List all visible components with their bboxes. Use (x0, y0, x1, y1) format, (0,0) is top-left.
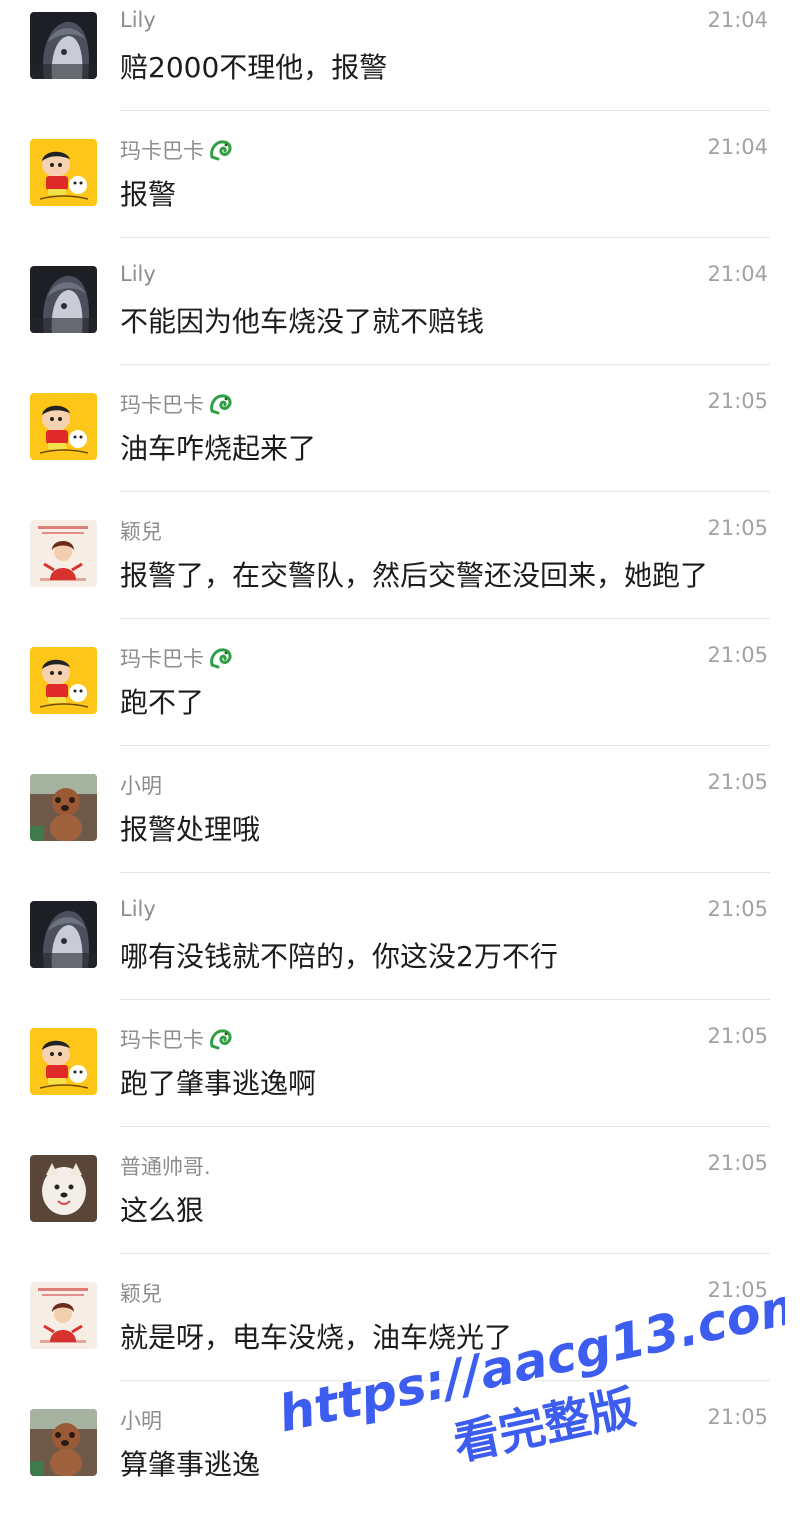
avatar[interactable] (30, 774, 97, 841)
sender-name-label: 颖兒 (120, 1282, 162, 1306)
message-divider (120, 364, 770, 365)
message-time: 21:04 (707, 135, 768, 159)
message-divider (120, 618, 770, 619)
sender-name: 颖兒 (120, 1278, 162, 1308)
sender-name-label: 玛卡巴卡 (120, 393, 204, 417)
message-time: 21:05 (707, 1278, 768, 1302)
chat-message[interactable]: Lily 21:04 赔2000不理他，报警 (0, 0, 800, 127)
avatar[interactable] (30, 901, 97, 968)
sender-name: 玛卡巴卡 (120, 135, 234, 165)
message-divider (120, 110, 770, 111)
message-text[interactable]: 这么狠 (120, 1189, 204, 1229)
avatar[interactable] (30, 647, 97, 714)
avatar[interactable] (30, 1282, 97, 1349)
chat-message[interactable]: 玛卡巴卡 21:04 报警 (0, 127, 800, 254)
sender-name: 玛卡巴卡 (120, 643, 234, 673)
sender-name-label: 玛卡巴卡 (120, 139, 204, 163)
chat-message[interactable]: 玛卡巴卡 21:05 油车咋烧起来了 (0, 381, 800, 508)
chat-message[interactable]: 小明 21:05 算肇事逃逸 (0, 1397, 800, 1524)
message-divider (120, 999, 770, 1000)
message-time: 21:04 (707, 262, 768, 286)
avatar[interactable] (30, 1155, 97, 1222)
sender-name: Lily (120, 262, 156, 286)
message-divider (120, 745, 770, 746)
message-time: 21:05 (707, 516, 768, 540)
message-divider (120, 1126, 770, 1127)
message-time: 21:05 (707, 897, 768, 921)
avatar[interactable] (30, 393, 97, 460)
green-dragon-icon (208, 391, 234, 417)
message-text[interactable]: 报警了，在交警队，然后交警还没回来，她跑了 (120, 554, 708, 594)
chat-message[interactable]: Lily 21:04 不能因为他车烧没了就不赔钱 (0, 254, 800, 381)
sender-name: Lily (120, 8, 156, 32)
message-time: 21:05 (707, 1024, 768, 1048)
avatar[interactable] (30, 12, 97, 79)
chat-message[interactable]: 玛卡巴卡 21:05 跑了肇事逃逸啊 (0, 1016, 800, 1143)
chat-message[interactable]: Lily 21:05 哪有没钱就不陪的，你这没2万不行 (0, 889, 800, 1016)
avatar[interactable] (30, 1409, 97, 1476)
message-text[interactable]: 报警 (120, 173, 176, 213)
chat-message[interactable]: 颖兒 21:05 就是呀，电车没烧，油车烧光了 (0, 1270, 800, 1397)
message-text[interactable]: 就是呀，电车没烧，油车烧光了 (120, 1316, 512, 1356)
sender-name: 玛卡巴卡 (120, 389, 234, 419)
message-divider (120, 1253, 770, 1254)
sender-name-label: Lily (120, 897, 156, 921)
message-divider (120, 872, 770, 873)
chat-message[interactable]: 颖兒 21:05 报警了，在交警队，然后交警还没回来，她跑了 (0, 508, 800, 635)
message-time: 21:05 (707, 1151, 768, 1175)
message-divider (120, 237, 770, 238)
message-text[interactable]: 跑了肇事逃逸啊 (120, 1062, 316, 1102)
sender-name: 颖兒 (120, 516, 162, 546)
message-time: 21:05 (707, 770, 768, 794)
green-dragon-icon (208, 1026, 234, 1052)
chat-message[interactable]: 普通帅哥. 21:05 这么狠 (0, 1143, 800, 1270)
message-text[interactable]: 油车咋烧起来了 (120, 427, 316, 467)
sender-name: 普通帅哥. (120, 1151, 211, 1181)
message-text[interactable]: 跑不了 (120, 681, 204, 721)
sender-name: Lily (120, 897, 156, 921)
chat-message[interactable]: 小明 21:05 报警处理哦 (0, 762, 800, 889)
sender-name: 玛卡巴卡 (120, 1024, 234, 1054)
sender-name-label: 小明 (120, 774, 162, 798)
message-time: 21:04 (707, 8, 768, 32)
message-divider (120, 1380, 770, 1381)
sender-name: 小明 (120, 770, 162, 800)
message-time: 21:05 (707, 389, 768, 413)
avatar[interactable] (30, 266, 97, 333)
sender-name-label: Lily (120, 8, 156, 32)
message-text[interactable]: 不能因为他车烧没了就不赔钱 (120, 300, 484, 340)
avatar[interactable] (30, 1028, 97, 1095)
message-time: 21:05 (707, 643, 768, 667)
message-text[interactable]: 哪有没钱就不陪的，你这没2万不行 (120, 935, 558, 975)
green-dragon-icon (208, 645, 234, 671)
message-text[interactable]: 报警处理哦 (120, 808, 260, 848)
avatar[interactable] (30, 520, 97, 587)
avatar[interactable] (30, 139, 97, 206)
sender-name-label: Lily (120, 262, 156, 286)
chat-message[interactable]: 玛卡巴卡 21:05 跑不了 (0, 635, 800, 762)
message-text[interactable]: 赔2000不理他，报警 (120, 46, 387, 86)
message-time: 21:05 (707, 1405, 768, 1429)
sender-name-label: 颖兒 (120, 520, 162, 544)
green-dragon-icon (208, 137, 234, 163)
sender-name-label: 小明 (120, 1409, 162, 1433)
chat-message-list[interactable]: Lily 21:04 赔2000不理他，报警玛卡巴卡 21:04 报警 Lily 21:04… (0, 0, 800, 1524)
message-divider (120, 491, 770, 492)
sender-name: 小明 (120, 1405, 162, 1435)
sender-name-label: 普通帅哥. (120, 1155, 211, 1179)
sender-name-label: 玛卡巴卡 (120, 1028, 204, 1052)
sender-name-label: 玛卡巴卡 (120, 647, 204, 671)
message-text[interactable]: 算肇事逃逸 (120, 1443, 260, 1483)
